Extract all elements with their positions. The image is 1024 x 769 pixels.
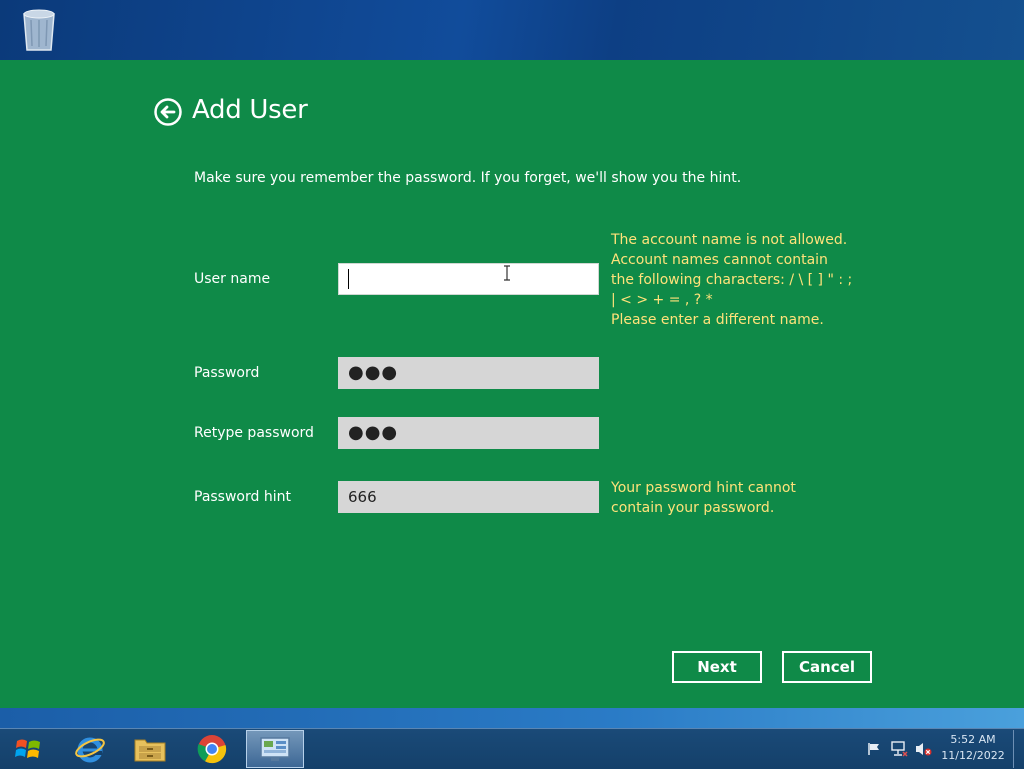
password-input[interactable]: ●●● — [338, 357, 599, 389]
internet-explorer-icon — [75, 737, 105, 763]
next-button[interactable]: Next — [672, 651, 762, 683]
clock-time: 5:52 AM — [950, 733, 996, 746]
username-label: User name — [194, 271, 271, 287]
taskbar-chrome[interactable] — [184, 730, 240, 768]
file-explorer-icon — [134, 739, 166, 762]
flag-icon — [868, 743, 879, 755]
username-input[interactable] — [338, 263, 599, 295]
taskbar-file-explorer[interactable] — [122, 730, 178, 768]
start-orb-icon — [15, 739, 40, 758]
tray-network[interactable] — [888, 730, 910, 768]
hint-error-line: Your password hint cannot — [611, 480, 796, 496]
username-error-message: The account name is not allowed. Account… — [611, 230, 853, 330]
instruction-text: Make sure you remember the password. If … — [194, 170, 742, 186]
control-panel-icon — [260, 737, 290, 761]
hint-error-message: Your password hint cannot contain your p… — [611, 478, 851, 518]
text-caret — [348, 269, 349, 289]
taskbar: 5:52 AM 11/12/2022 — [0, 708, 1024, 769]
desktop-background — [0, 0, 1024, 60]
retype-password-label: Retype password — [194, 425, 314, 441]
taskbar-clock[interactable]: 5:52 AM 11/12/2022 — [940, 732, 1006, 764]
username-error-line: | < > + = , ? * — [611, 292, 713, 308]
username-error-line: Account names cannot contain — [611, 252, 828, 268]
retype-password-input[interactable]: ●●● — [338, 417, 599, 449]
page-title: Add User — [192, 95, 308, 125]
recycle-bin-icon[interactable] — [18, 4, 60, 54]
password-label: Password — [194, 365, 260, 381]
ibeam-cursor-icon — [504, 265, 510, 281]
show-desktop-button[interactable] — [1013, 730, 1024, 768]
hint-error-line: contain your password. — [611, 500, 775, 516]
tray-action-center[interactable] — [864, 730, 884, 768]
username-error-line: The account name is not allowed. — [611, 232, 848, 248]
start-button[interactable] — [0, 730, 56, 768]
password-hint-input[interactable]: 666 — [338, 481, 599, 513]
cancel-button[interactable]: Cancel — [782, 651, 872, 683]
clock-date: 11/12/2022 — [941, 749, 1005, 762]
username-error-line: the following characters: / \ [ ] " : ; — [611, 272, 853, 288]
taskbar-control-panel[interactable] — [246, 730, 304, 768]
taskbar-internet-explorer[interactable] — [62, 730, 118, 768]
chrome-icon — [197, 735, 227, 764]
network-icon — [891, 741, 908, 757]
tray-volume[interactable] — [912, 730, 934, 768]
username-error-line: Please enter a different name. — [611, 312, 824, 328]
volume-muted-icon — [916, 743, 932, 756]
back-arrow-icon[interactable] — [153, 97, 183, 127]
desktop-strip — [0, 708, 1024, 728]
password-hint-label: Password hint — [194, 489, 291, 505]
